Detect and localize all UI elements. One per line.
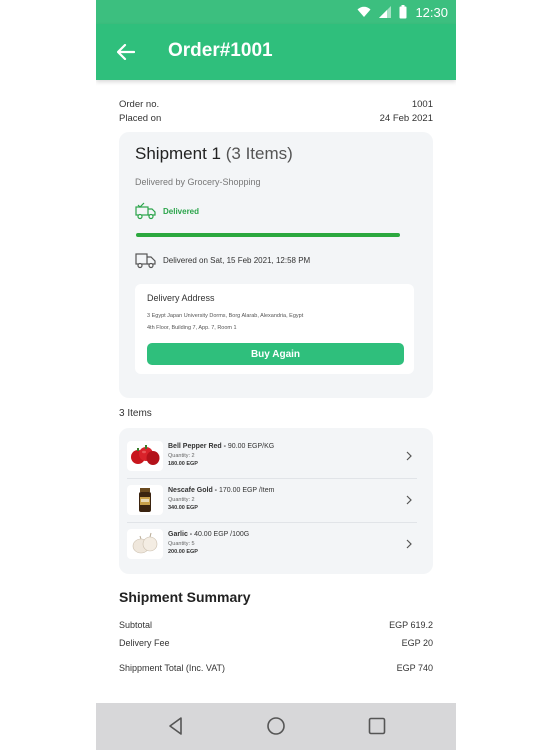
address-line-1: 3 Egypt Japan University Dorms, Borg Ala… <box>147 313 304 319</box>
delivery-fee-value: EGP 20 <box>401 638 433 648</box>
shipment-total-value: EGP 740 <box>396 663 433 673</box>
order-number-label: Order no. <box>119 99 160 110</box>
subtotal-value: EGP 619.2 <box>389 620 433 630</box>
chevron-right-icon[interactable] <box>403 450 415 462</box>
item-name: Bell Pepper Red - <box>168 443 226 450</box>
placed-on-row: Placed on 24 Feb 2021 <box>119 113 433 124</box>
shipment-summary-title: Shipment Summary <box>119 589 251 605</box>
item-name: Nescafe Gold - <box>168 487 218 494</box>
system-nav-bar <box>96 703 456 750</box>
list-item[interactable]: Nescafe Gold - 170.00 EGP /Item Quantity… <box>127 479 417 523</box>
item-price: 40.00 EGP /100G <box>192 531 250 538</box>
delivery-progress-bar <box>136 233 400 237</box>
order-number-row: Order no. 1001 <box>119 99 433 110</box>
chevron-right-icon[interactable] <box>403 538 415 550</box>
item-details: Garlic - 40.00 EGP /100G Quantity: 5 200… <box>168 531 249 555</box>
items-heading: 3 Items <box>119 408 152 419</box>
item-name-row: Nescafe Gold - 170.00 EGP /Item <box>168 487 274 494</box>
shipment-items-count: (3 Items) <box>225 144 293 163</box>
chevron-right-icon[interactable] <box>403 494 415 506</box>
shipment-title: Shipment 1 (3 Items) <box>135 144 293 164</box>
item-price: 170.00 EGP /Item <box>217 487 275 494</box>
address-line-2: 4th Floor, Building 7, App. 7, Room 1 <box>147 325 237 331</box>
delivery-fee-row: Delivery Fee EGP 20 <box>119 638 433 648</box>
delivery-truck-icon <box>135 202 156 220</box>
item-name-row: Bell Pepper Red - 90.00 EGP/KG <box>168 443 274 450</box>
order-number-value: 1001 <box>411 99 433 110</box>
subtotal-label: Subtotal <box>119 620 153 630</box>
status-bar: 12:30 <box>96 0 456 24</box>
delivered-on-row: Delivered on Sat, 15 Feb 2021, 12:58 PM <box>135 251 310 269</box>
item-thumbnail-nescafe <box>127 485 163 515</box>
shipment-total-row: Shippment Total (Inc. VAT) EGP 740 <box>119 663 433 673</box>
page-title: Order#1001 <box>168 40 273 61</box>
placed-on-value: 24 Feb 2021 <box>379 113 433 124</box>
delivery-address-box: Delivery Address 3 Egypt Japan Universit… <box>135 284 414 374</box>
delivered-by: Delivered by Grocery-Shopping <box>135 177 261 187</box>
item-total: 340.00 EGP <box>168 505 198 511</box>
app-bar: Order#1001 <box>96 24 456 80</box>
item-thumbnail-garlic <box>127 529 163 559</box>
delivery-van-icon <box>135 253 156 269</box>
item-details: Nescafe Gold - 170.00 EGP /Item Quantity… <box>168 487 274 511</box>
nav-recents-icon[interactable] <box>366 715 388 737</box>
nav-home-icon[interactable] <box>265 715 287 737</box>
delivery-status-label: Delivered <box>163 206 200 216</box>
item-quantity: Quantity: 2 <box>168 497 195 503</box>
list-item[interactable]: Garlic - 40.00 EGP /100G Quantity: 5 200… <box>127 523 417 567</box>
nescafe-jar-image <box>139 488 151 512</box>
placed-on-label: Placed on <box>119 113 162 124</box>
delivery-status: Delivered <box>135 202 199 220</box>
items-list: Bell Pepper Red - 90.00 EGP/KG Quantity:… <box>119 428 433 574</box>
list-item[interactable]: Bell Pepper Red - 90.00 EGP/KG Quantity:… <box>127 435 417 479</box>
item-total: 180.00 EGP <box>168 461 198 467</box>
item-thumbnail-bell-pepper <box>127 441 163 471</box>
item-quantity: Quantity: 2 <box>168 453 195 459</box>
item-name-row: Garlic - 40.00 EGP /100G <box>168 531 249 538</box>
delivery-address-label: Delivery Address <box>147 293 215 303</box>
delivery-fee-label: Delivery Fee <box>119 638 170 648</box>
battery-icon <box>399 5 407 19</box>
item-quantity: Quantity: 5 <box>168 541 195 547</box>
item-details: Bell Pepper Red - 90.00 EGP/KG Quantity:… <box>168 443 274 467</box>
item-total: 200.00 EGP <box>168 549 198 555</box>
signal-icon <box>379 6 392 18</box>
item-name: Garlic - <box>168 531 193 538</box>
delivered-on-text: Delivered on Sat, 15 Feb 2021, 12:58 PM <box>163 255 311 265</box>
bell-pepper-image <box>131 445 160 465</box>
buy-again-button[interactable]: Buy Again <box>147 343 404 365</box>
nav-back-icon[interactable] <box>165 715 187 737</box>
status-time: 12:30 <box>415 4 448 20</box>
wifi-icon <box>357 6 371 17</box>
shipment-card: Shipment 1 (3 Items) Delivered by Grocer… <box>119 132 433 398</box>
shipment-total-label: Shippment Total (Inc. VAT) <box>119 663 226 673</box>
status-icons: 12:30 <box>357 3 448 21</box>
item-price: 90.00 EGP/KG <box>225 443 275 450</box>
back-arrow-icon <box>117 44 135 60</box>
phone-screen: 12:30 Order#1001 Order no. 1001 Placed o… <box>96 0 456 750</box>
shipment-name: Shipment 1 <box>135 144 221 163</box>
garlic-image <box>132 532 158 554</box>
subtotal-row: Subtotal EGP 619.2 <box>119 620 433 630</box>
back-button[interactable] <box>112 38 140 66</box>
